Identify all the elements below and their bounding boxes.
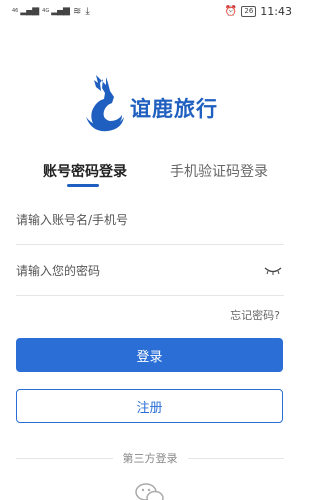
app-logo: 谊鹿旅行 xyxy=(82,70,232,134)
app-name: 谊鹿旅行 xyxy=(130,97,218,121)
status-bar: 46 ▂▄▆ 4G ▂▄▆ ≋ ⤓ ⏰ 26 11:43 xyxy=(0,0,300,22)
register-button[interactable]: 注册 xyxy=(16,389,283,423)
password-input[interactable] xyxy=(16,263,246,278)
login-button[interactable]: 登录 xyxy=(16,338,283,372)
account-field xyxy=(16,195,284,245)
status-right: ⏰ 26 11:43 xyxy=(225,5,292,18)
password-field xyxy=(16,246,284,296)
third-party-divider: 第三方登录 xyxy=(16,450,284,466)
login-tabs: 账号密码登录 手机验证码登录 xyxy=(0,155,300,195)
tab-sms-code[interactable]: 手机验证码登录 xyxy=(170,161,268,181)
signal-icon-2: ▂▄▆ xyxy=(51,6,70,16)
alarm-icon: ⏰ xyxy=(224,5,238,17)
divider-line-left xyxy=(16,457,113,459)
wifi-icon: ≋ xyxy=(72,5,82,17)
status-time: 11:43 xyxy=(260,4,292,18)
eye-closed-icon[interactable] xyxy=(264,266,282,276)
network-badge-secondary: 4G xyxy=(42,8,50,14)
tab-account-password[interactable]: 账号密码登录 xyxy=(43,161,127,181)
status-left: 46 ▂▄▆ 4G ▂▄▆ ≋ ⤓ xyxy=(12,6,90,17)
forgot-password-link[interactable]: 忘记密码? xyxy=(230,307,280,323)
third-party-label: 第三方登录 xyxy=(122,452,178,465)
divider-line-right xyxy=(187,457,284,459)
download-icon: ⤓ xyxy=(85,5,90,17)
account-input[interactable] xyxy=(16,212,246,227)
deer-logo-icon xyxy=(86,75,124,132)
tab-indicator xyxy=(67,184,99,187)
battery-indicator: 26 xyxy=(241,5,257,17)
signal-icon: ▂▄▆ xyxy=(20,6,39,16)
wechat-icon[interactable] xyxy=(133,478,167,500)
network-badge: 46 xyxy=(12,8,19,14)
